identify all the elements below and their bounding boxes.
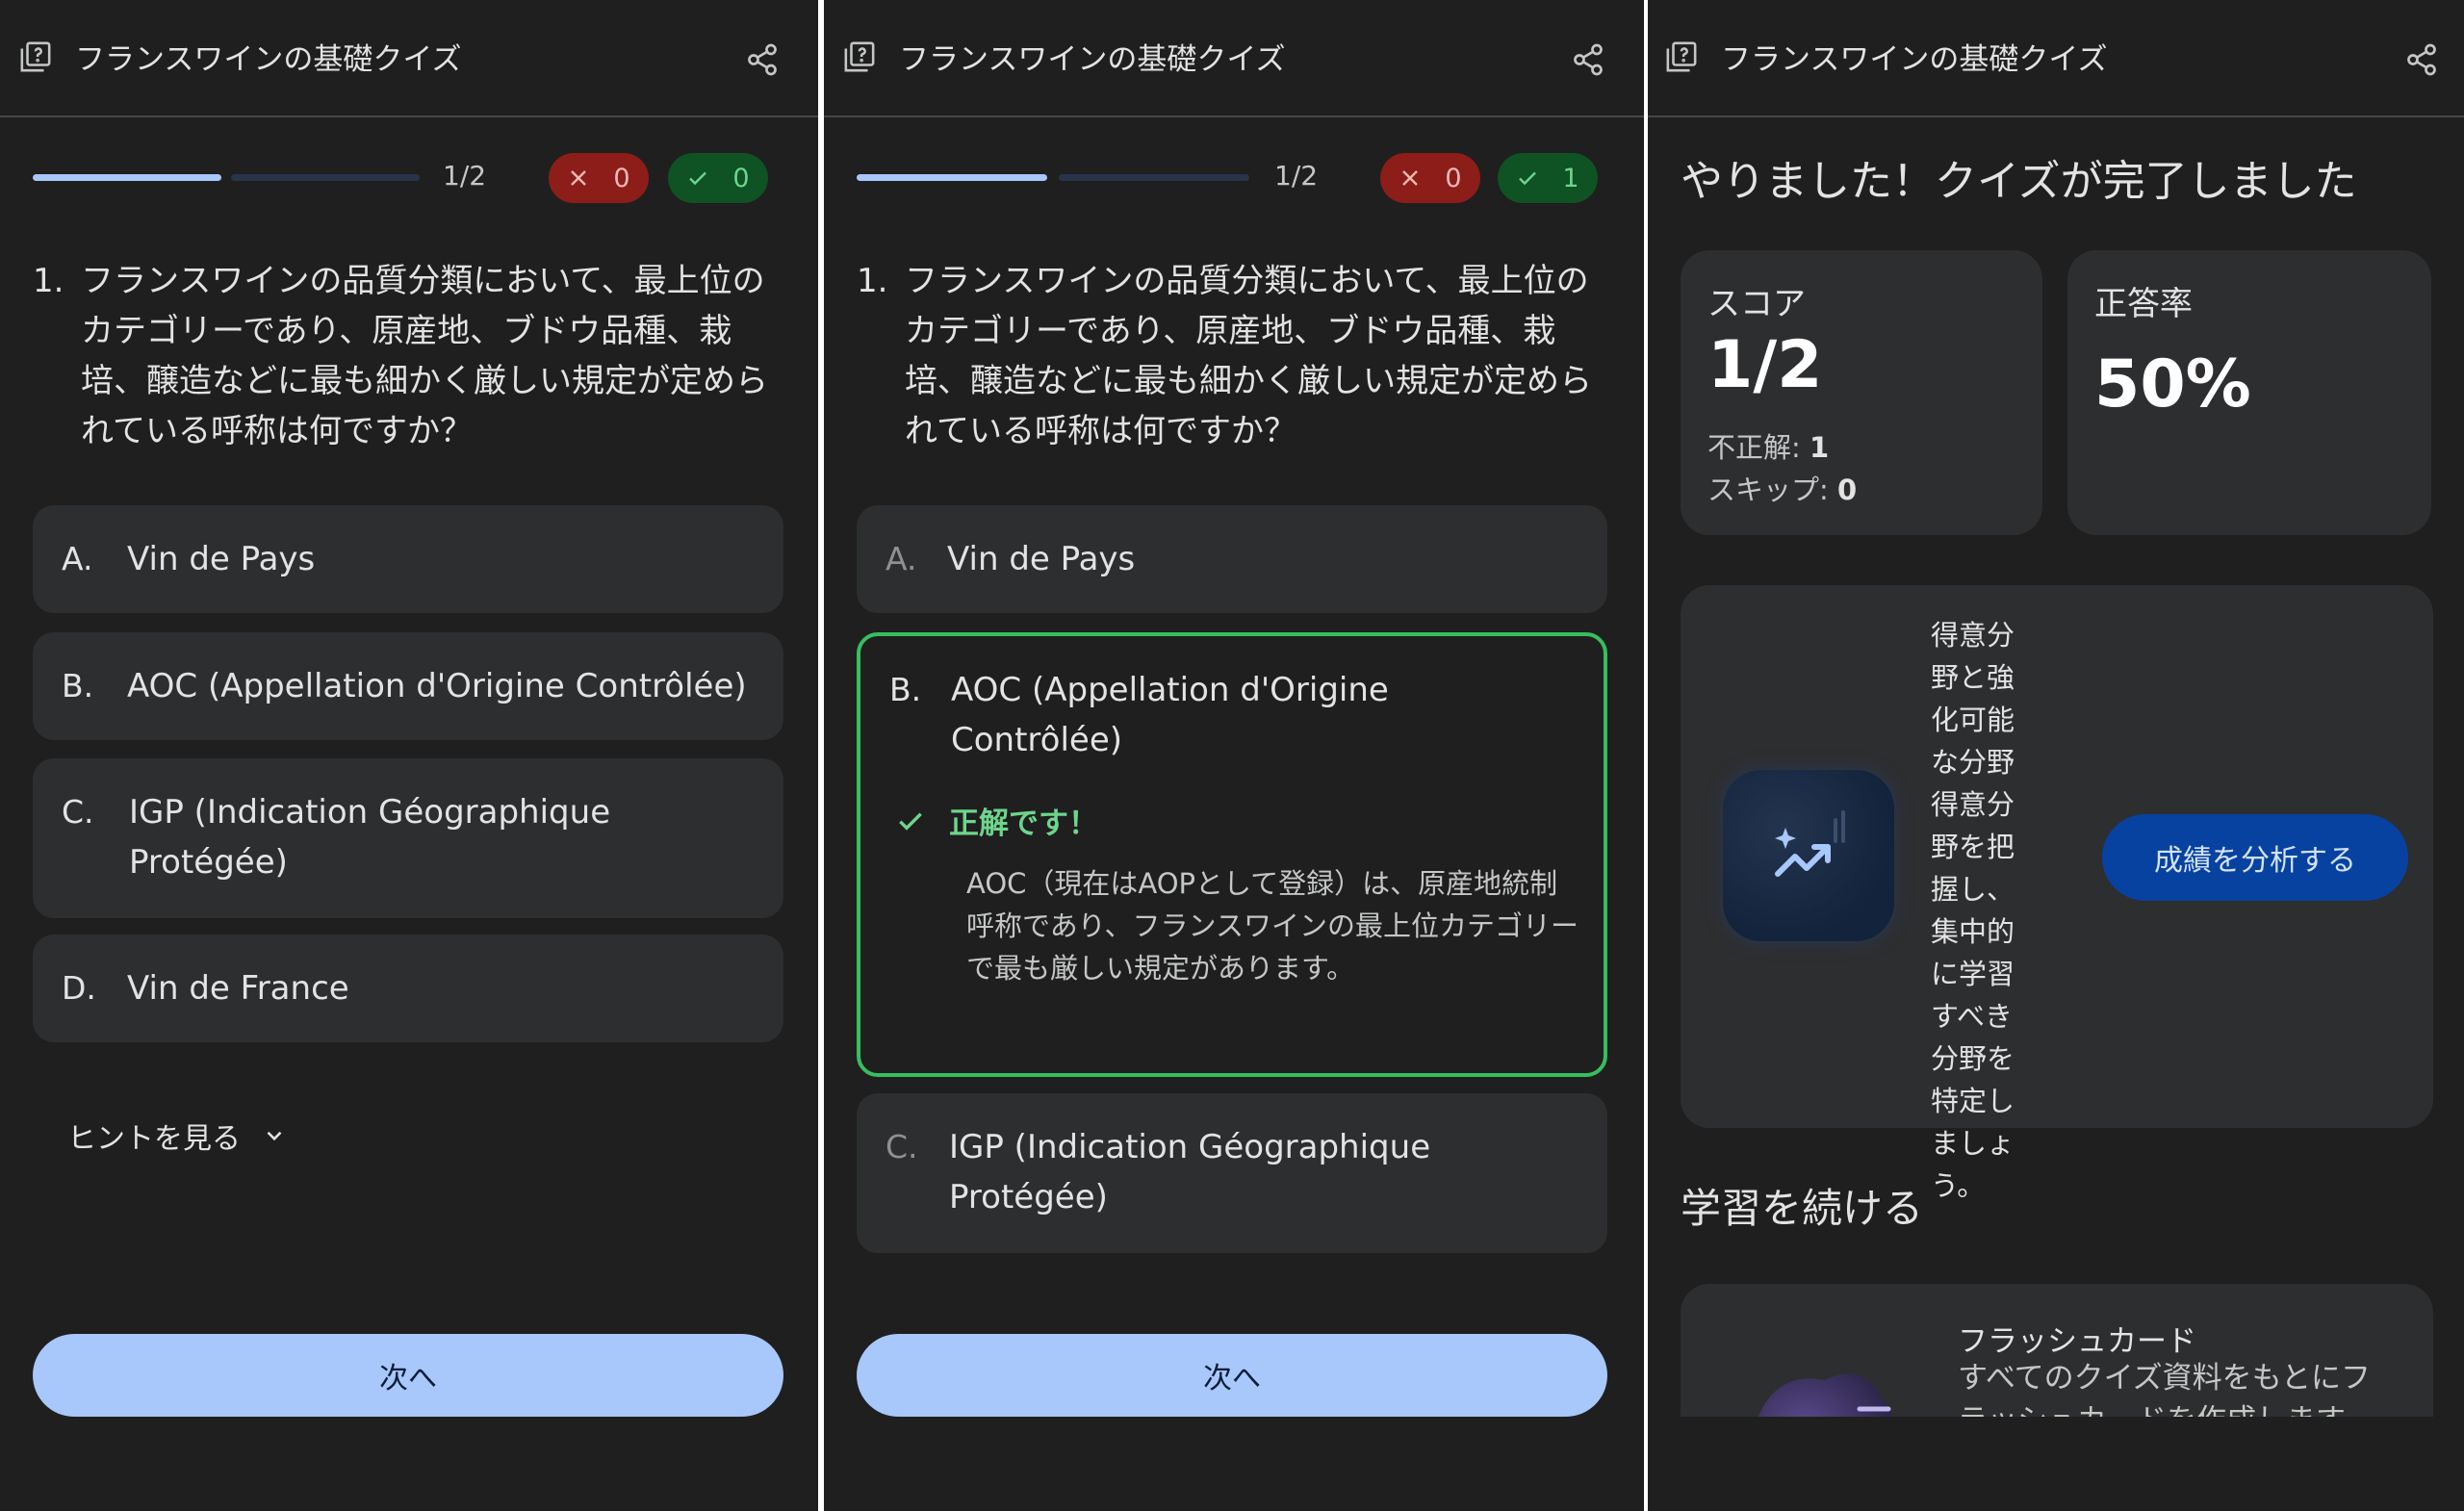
skip-value: 0 bbox=[1837, 474, 1858, 506]
option-letter: A. bbox=[62, 540, 93, 577]
flashcard-title: フラッシュカード bbox=[1958, 1324, 2196, 1359]
correct-count: 0 bbox=[732, 163, 750, 193]
page-title: フランスワインの基礎クイズ bbox=[75, 42, 462, 77]
option-text: AOC (Appellation d'Origine Contrôlée) bbox=[127, 667, 747, 705]
page-title: フランスワインの基礎クイズ bbox=[1721, 42, 2108, 77]
progress-count: 1/2 bbox=[443, 160, 487, 192]
share-icon[interactable] bbox=[2404, 42, 2439, 77]
option-b-correct: B. AOC (Appellation d'Origine Contrôlée) bbox=[857, 632, 1607, 1077]
progress-segment-rest bbox=[231, 174, 420, 181]
incorrect-value: 1 bbox=[1810, 431, 1830, 464]
wrong-count-badge: 0 bbox=[1380, 153, 1480, 203]
option-b[interactable]: B. AOC (Appellation d'Origine Contrôlée) bbox=[33, 632, 783, 740]
feedback-header: 正解です！ bbox=[895, 799, 1098, 842]
progress-segment-done bbox=[857, 174, 1047, 181]
progress-segment-rest bbox=[1059, 174, 1249, 181]
header: フランスワインの基礎クイズ bbox=[1648, 0, 2464, 117]
footer-background bbox=[1648, 1417, 2464, 1511]
quiz-icon bbox=[1666, 41, 1697, 72]
option-text: IGP (Indication Géographique Protégée) bbox=[949, 1128, 1431, 1216]
skip-label: スキップ: bbox=[1707, 474, 1829, 506]
wrong-count: 0 bbox=[1445, 163, 1462, 193]
trending-up-icon bbox=[1775, 810, 1845, 877]
correct-count-badge: 1 bbox=[1498, 153, 1598, 203]
completion-title: やりました！クイズが完了しました bbox=[1681, 157, 2357, 206]
option-text: IGP (Indication Géographique Protégée) bbox=[129, 793, 611, 882]
header: フランスワインの基礎クイズ bbox=[824, 0, 1644, 117]
quiz-screen-answered: フランスワインの基礎クイズ 1/2 0 1 1. フランスワインの品質分類におい… bbox=[824, 0, 1644, 1511]
option-a[interactable]: A. Vin de Pays bbox=[33, 505, 783, 613]
header: フランスワインの基礎クイズ bbox=[0, 0, 818, 117]
feedback-title: 正解です！ bbox=[949, 807, 1098, 841]
analyze-results-button[interactable]: 成績を分析する bbox=[2102, 814, 2408, 901]
close-icon bbox=[571, 170, 587, 186]
option-letter: C. bbox=[886, 1128, 918, 1165]
page-title: フランスワインの基礎クイズ bbox=[899, 42, 1286, 77]
hint-toggle[interactable]: ヒントを見る bbox=[67, 1114, 287, 1157]
option-text: AOC (Appellation d'Origine Contrôlée) bbox=[951, 671, 1389, 759]
hint-label: ヒントを見る bbox=[67, 1122, 241, 1156]
option-letter: D. bbox=[62, 969, 96, 1007]
option-c[interactable]: C. IGP (Indication Géographique Protégée… bbox=[33, 758, 783, 918]
wrong-count-badge: 0 bbox=[549, 153, 649, 203]
quiz-screen-question: フランスワインの基礎クイズ 1/2 0 0 1. フランスワインの品質分類におい… bbox=[0, 0, 818, 1511]
incorrect-line: 不正解: 1 bbox=[1707, 425, 1829, 466]
wrong-count: 0 bbox=[613, 163, 630, 193]
option-text: Vin de France bbox=[127, 969, 349, 1008]
analysis-card: 得意分野と強化可能な分野 得意分野を把握し、集中的に学習すべき分野を特定しましょ… bbox=[1681, 585, 2433, 1202]
correct-count: 1 bbox=[1562, 163, 1579, 193]
option-letter: A. bbox=[886, 540, 917, 577]
score-label: スコア bbox=[1707, 285, 1806, 323]
option-letter: C. bbox=[62, 793, 94, 831]
correct-count-badge: 0 bbox=[668, 153, 768, 203]
next-button[interactable]: 次へ bbox=[33, 1334, 783, 1417]
option-a: A. Vin de Pays bbox=[857, 505, 1607, 613]
score-value: 1/2 bbox=[1707, 327, 1823, 403]
accuracy-value: 50% bbox=[2094, 346, 2251, 423]
accuracy-card: 正答率 50% bbox=[2067, 250, 2431, 535]
accuracy-label: 正答率 bbox=[2094, 285, 2193, 323]
question-text: フランスワインの品質分類において、最上位のカテゴリーであり、原産地、ブドウ品種、… bbox=[905, 262, 1592, 450]
feedback-explanation: AOC（現在はAOPとして登録）は、原産地統制呼称であり、フランスワインの最上位… bbox=[966, 867, 1578, 985]
skip-line: スキップ: 0 bbox=[1707, 468, 1857, 508]
quiz-icon bbox=[844, 41, 875, 72]
option-d[interactable]: D. Vin de France bbox=[33, 935, 783, 1042]
incorrect-label: 不正解: bbox=[1707, 431, 1801, 464]
check-icon bbox=[899, 811, 922, 831]
option-letter: B. bbox=[62, 667, 94, 704]
quiz-icon bbox=[20, 41, 51, 72]
option-letter: B. bbox=[889, 671, 922, 708]
share-icon[interactable] bbox=[1571, 42, 1605, 77]
option-c: C. IGP (Indication Géographique Protégée… bbox=[857, 1093, 1607, 1253]
quiz-screen-results: フランスワインの基礎クイズ やりました！クイズが完了しました スコア 1/2 不… bbox=[1648, 0, 2464, 1511]
option-text: Vin de Pays bbox=[127, 540, 316, 578]
check-icon bbox=[689, 171, 707, 186]
question-text: フランスワインの品質分類において、最上位のカテゴリーであり、原産地、ブドウ品種、… bbox=[81, 262, 768, 450]
close-icon bbox=[1402, 170, 1419, 186]
progress-segment-done bbox=[33, 174, 221, 181]
analysis-illustration bbox=[1723, 770, 1894, 941]
share-icon[interactable] bbox=[745, 42, 780, 77]
check-icon bbox=[1519, 171, 1537, 186]
chevron-down-icon bbox=[267, 1131, 282, 1141]
continue-learning-title: 学習を続ける bbox=[1681, 1185, 1924, 1232]
question-number: 1. bbox=[857, 262, 888, 300]
analysis-text: 得意分野と強化可能な分野 得意分野を把握し、集中的に学習すべき分野を特定しましょ… bbox=[1931, 619, 2015, 1202]
progress-count: 1/2 bbox=[1274, 160, 1319, 192]
question-number: 1. bbox=[33, 262, 64, 300]
next-button[interactable]: 次へ bbox=[857, 1334, 1607, 1417]
score-card: スコア 1/2 不正解: 1 スキップ: 0 bbox=[1681, 250, 2042, 535]
option-text: Vin de Pays bbox=[947, 540, 1136, 578]
